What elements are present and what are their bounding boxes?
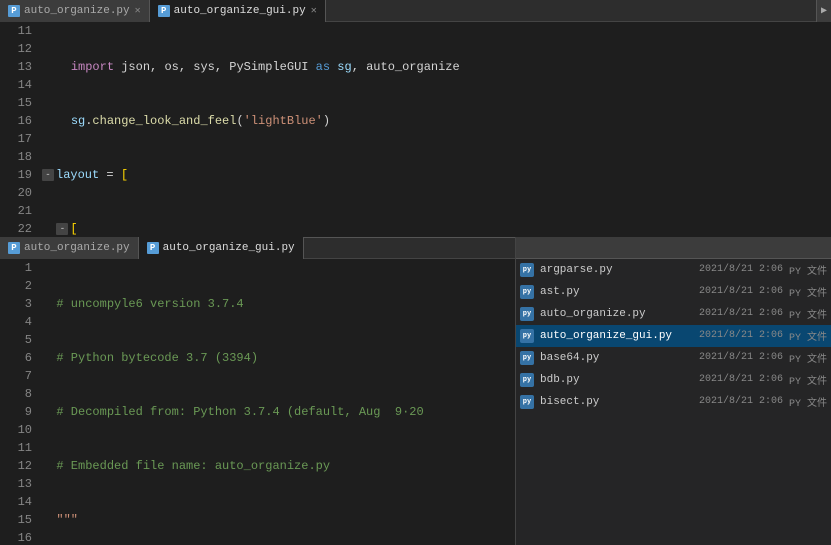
bottom-py-icon-2: P (147, 242, 159, 254)
bottom-code-content[interactable]: # uncompyle6 version 3.7.4 # Python byte… (38, 259, 515, 545)
file-date: 2021/8/21 2:06 (699, 352, 789, 363)
bottom-tab-bar: P auto_organize.py P auto_organize_gui.p… (0, 237, 515, 259)
file-name: auto_organize_gui.py (540, 330, 699, 342)
py-file-icon: py (520, 263, 534, 277)
file-item-base64[interactable]: py base64.py 2021/8/21 2:06 PY 文件 (516, 347, 831, 369)
file-type: PY 文件 (789, 328, 827, 344)
bottom-editor[interactable]: 1 2 3 4 5 6 7 8 9 10 11 12 13 14 15 16 1… (0, 259, 515, 545)
file-type: PY 文件 (789, 306, 827, 322)
code-line-13: -layout = [ (38, 166, 831, 184)
top-code-content[interactable]: import json, os, sys, PySimpleGUI as sg,… (38, 22, 831, 237)
bot-line-4: # Embedded file name: auto_organize.py (38, 457, 515, 475)
editor-area: 小小明(代码实体)的CSDN CSDN小小明(代码实体) 代码实体的CSDN 小… (0, 22, 831, 545)
file-name: ast.py (540, 286, 699, 298)
bottom-line-numbers: 1 2 3 4 5 6 7 8 9 10 11 12 13 14 15 16 1… (0, 259, 38, 545)
file-type: PY 文件 (789, 262, 827, 278)
file-date: 2021/8/21 2:06 (699, 374, 789, 385)
py-file-icon: py (520, 395, 534, 409)
py-file-icon: py (520, 285, 534, 299)
tab-close-1[interactable]: ✕ (135, 5, 141, 17)
file-name: base64.py (540, 352, 699, 364)
bottom-tab-label-1: auto_organize.py (24, 242, 130, 254)
py-icon-2: P (158, 5, 170, 17)
bot-line-3: # Decompiled from: Python 3.7.4 (default… (38, 403, 515, 421)
top-line-numbers: 11 12 13 14 15 16 17 18 19 20 21 22 (0, 22, 38, 237)
py-file-icon: py (520, 351, 534, 365)
bottom-tab-label-2: auto_organize_gui.py (163, 242, 295, 254)
file-item-bisect[interactable]: py bisect.py 2021/8/21 2:06 PY 文件 (516, 391, 831, 413)
py-file-icon: py (520, 373, 534, 387)
file-panel-header (516, 237, 831, 259)
file-panel: py argparse.py 2021/8/21 2:06 PY 文件 py a… (515, 237, 831, 545)
file-type: PY 文件 (789, 350, 827, 366)
tab-label-1: auto_organize.py (24, 5, 130, 17)
tab-label-2: auto_organize_gui.py (174, 5, 306, 17)
py-icon: P (8, 5, 20, 17)
file-item-auto-organize[interactable]: py auto_organize.py 2021/8/21 2:06 PY 文件 (516, 303, 831, 325)
code-line-14: -[ (38, 220, 831, 237)
bottom-py-icon-1: P (8, 242, 20, 254)
file-date: 2021/8/21 2:06 (699, 396, 789, 407)
file-item-argparse[interactable]: py argparse.py 2021/8/21 2:06 PY 文件 (516, 259, 831, 281)
tab-auto-organize[interactable]: P auto_organize.py ✕ (0, 0, 150, 22)
py-file-icon-selected: py (520, 329, 534, 343)
bot-line-1: # uncompyle6 version 3.7.4 (38, 295, 515, 313)
file-date: 2021/8/21 2:06 (699, 286, 789, 297)
fold-13[interactable]: - (42, 169, 54, 181)
top-tab-bar: P auto_organize.py ✕ P auto_organize_gui… (0, 0, 831, 22)
tab-scroll-right[interactable]: ▶ (816, 0, 831, 22)
bot-line-2: # Python bytecode 3.7 (3394) (38, 349, 515, 367)
file-name: auto_organize.py (540, 308, 699, 320)
file-date: 2021/8/21 2:06 (699, 264, 789, 275)
code-line-11: import json, os, sys, PySimpleGUI as sg,… (38, 58, 831, 76)
file-name: argparse.py (540, 264, 699, 276)
bot-line-5: """ (38, 511, 515, 529)
bottom-tab-1[interactable]: P auto_organize.py (0, 237, 139, 259)
top-editor[interactable]: 11 12 13 14 15 16 17 18 19 20 21 22 impo… (0, 22, 831, 237)
file-date: 2021/8/21 2:06 (699, 308, 789, 319)
file-type: PY 文件 (789, 284, 827, 300)
file-type: PY 文件 (789, 372, 827, 388)
file-list[interactable]: py argparse.py 2021/8/21 2:06 PY 文件 py a… (516, 259, 831, 545)
code-line-12: sg.change_look_and_feel('lightBlue') (38, 112, 831, 130)
file-name: bdb.py (540, 374, 699, 386)
bottom-tab-2[interactable]: P auto_organize_gui.py (139, 237, 304, 259)
py-file-icon: py (520, 307, 534, 321)
file-name: bisect.py (540, 396, 699, 408)
file-type: PY 文件 (789, 394, 827, 410)
tab-auto-organize-gui[interactable]: P auto_organize_gui.py ✕ (150, 0, 326, 22)
file-item-auto-organize-gui[interactable]: py auto_organize_gui.py 2021/8/21 2:06 P… (516, 325, 831, 347)
tab-close-2[interactable]: ✕ (311, 5, 317, 17)
file-date: 2021/8/21 2:06 (699, 330, 789, 341)
file-item-ast[interactable]: py ast.py 2021/8/21 2:06 PY 文件 (516, 281, 831, 303)
file-item-bdb[interactable]: py bdb.py 2021/8/21 2:06 PY 文件 (516, 369, 831, 391)
fold-14[interactable]: - (56, 223, 68, 235)
